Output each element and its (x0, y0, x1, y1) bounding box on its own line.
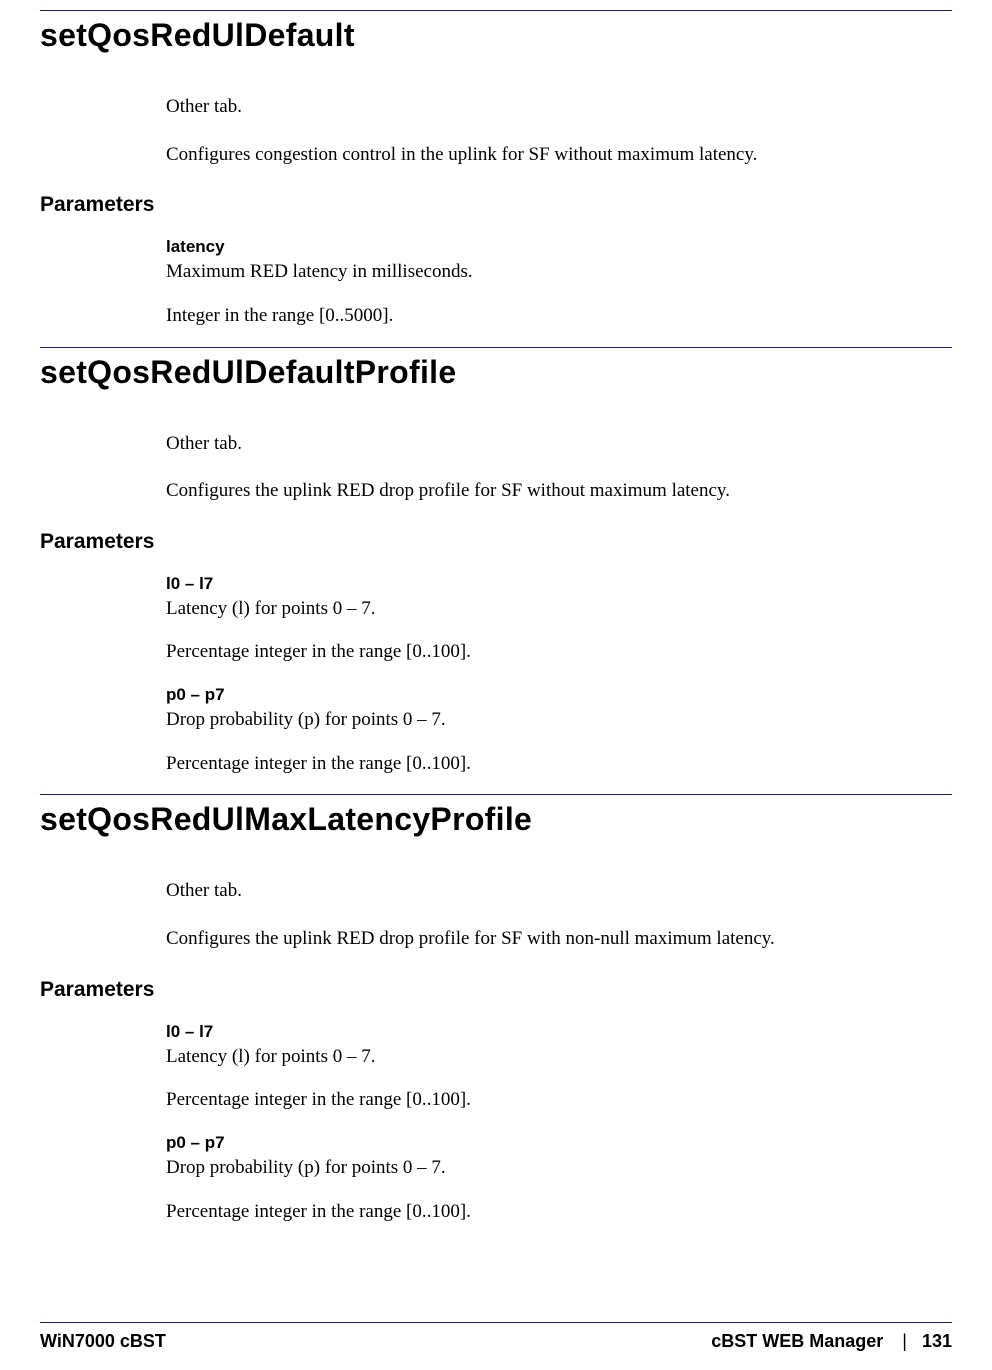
section-title: setQosRedUlDefaultProfile (40, 354, 952, 391)
footer-right: cBST WEB Manager | 131 (711, 1331, 952, 1352)
param-desc: Drop probability (p) for points 0 – 7. (166, 1155, 952, 1181)
footer-page-number: 131 (922, 1331, 952, 1351)
param-name: latency (166, 237, 952, 257)
param-name: l0 – l7 (166, 574, 952, 594)
param-range: Percentage integer in the range [0..100]… (166, 751, 952, 777)
param-desc: Latency (l) for points 0 – 7. (166, 1044, 952, 1070)
tab-line: Other tab. (166, 431, 952, 457)
section-desc: Configures the uplink RED drop profile f… (166, 478, 952, 504)
param-range: Percentage integer in the range [0..100]… (166, 1087, 952, 1113)
param-range: Integer in the range [0..5000]. (166, 303, 952, 329)
section-desc: Configures congestion control in the upl… (166, 142, 952, 168)
section-rule (40, 794, 952, 795)
param-name: l0 – l7 (166, 1022, 952, 1042)
section-rule (40, 347, 952, 348)
parameters-heading: Parameters (40, 530, 952, 554)
footer-rule (40, 1322, 952, 1323)
footer-sep: | (902, 1331, 907, 1351)
param-desc: Maximum RED latency in milliseconds. (166, 259, 952, 285)
page-footer: WiN7000 cBST cBST WEB Manager | 131 (40, 1322, 952, 1352)
footer-doc-title: cBST WEB Manager (711, 1331, 883, 1351)
param-range: Percentage integer in the range [0..100]… (166, 639, 952, 665)
param-name: p0 – p7 (166, 685, 952, 705)
section-title: setQosRedUlMaxLatencyProfile (40, 801, 952, 838)
param-desc: Drop probability (p) for points 0 – 7. (166, 707, 952, 733)
parameters-heading: Parameters (40, 978, 952, 1002)
param-name: p0 – p7 (166, 1133, 952, 1153)
section-desc: Configures the uplink RED drop profile f… (166, 926, 952, 952)
footer-product: WiN7000 cBST (40, 1331, 166, 1352)
param-range: Percentage integer in the range [0..100]… (166, 1199, 952, 1225)
param-desc: Latency (l) for points 0 – 7. (166, 596, 952, 622)
page: setQosRedUlDefault Other tab. Configures… (0, 0, 992, 1370)
tab-line: Other tab. (166, 878, 952, 904)
parameters-heading: Parameters (40, 193, 952, 217)
section-title: setQosRedUlDefault (40, 17, 952, 54)
top-rule (40, 10, 952, 11)
tab-line: Other tab. (166, 94, 952, 120)
